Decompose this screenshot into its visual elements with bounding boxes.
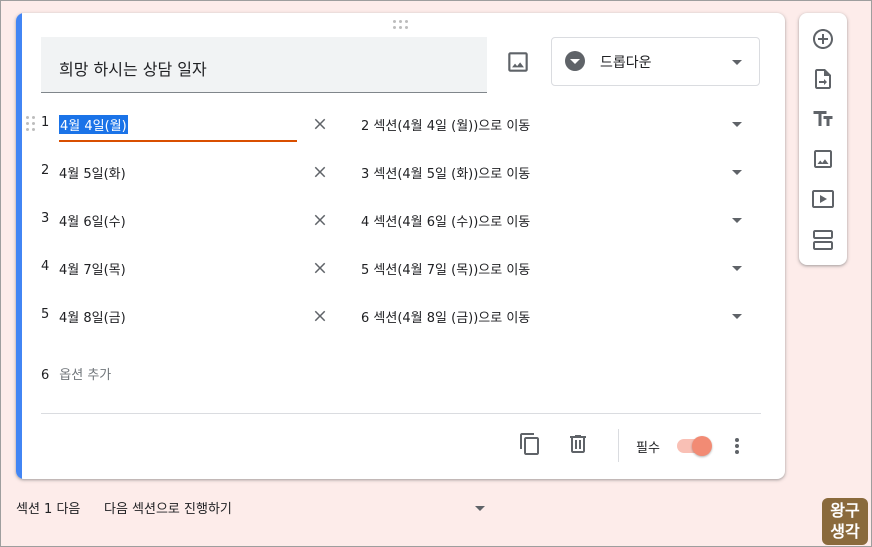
add-section-icon[interactable] bbox=[811, 227, 835, 251]
after-section-select[interactable]: 다음 섹션으로 진행하기 bbox=[104, 498, 232, 517]
question-card[interactable]: 희망 하시는 상담 일자 드롭다운 1 4월 4일(월) 2 섹션(4월 4일 … bbox=[16, 13, 785, 479]
add-question-icon[interactable] bbox=[811, 27, 835, 51]
chevron-down-icon[interactable] bbox=[732, 170, 742, 175]
option-input[interactable]: 4월 6일(수) bbox=[59, 211, 126, 230]
option-input[interactable]: 4월 8일(금) bbox=[59, 307, 126, 326]
watermark-logo: 왕구 생각 bbox=[822, 498, 868, 545]
add-video-icon[interactable] bbox=[811, 187, 835, 211]
active-card-indicator bbox=[16, 13, 22, 479]
option-number: 3 bbox=[41, 211, 50, 226]
option-row[interactable]: 1 4월 4일(월) 2 섹션(4월 4일 (월))으로 이동 bbox=[16, 104, 785, 144]
question-title-text: 희망 하시는 상담 일자 bbox=[59, 60, 207, 79]
chevron-down-icon[interactable] bbox=[475, 506, 485, 511]
option-goto-section[interactable]: 2 섹션(4월 4일 (월))으로 이동 bbox=[361, 115, 530, 134]
question-type-select[interactable]: 드롭다운 bbox=[551, 37, 760, 86]
option-input[interactable]: 4월 4일(월) bbox=[59, 115, 128, 134]
option-row[interactable]: 2 4월 5일(화) 3 섹션(4월 5일 (화))으로 이동 bbox=[16, 152, 785, 192]
option-row[interactable]: 5 4월 8일(금) 6 섹션(4월 8일 (금))으로 이동 bbox=[16, 296, 785, 336]
dropdown-type-icon bbox=[565, 51, 585, 71]
logo-line: 생각 bbox=[830, 522, 860, 541]
option-input[interactable]: 4월 5일(화) bbox=[59, 163, 126, 182]
question-title-field[interactable]: 희망 하시는 상담 일자 bbox=[41, 37, 487, 93]
after-section-label: 섹션 1 다음 bbox=[16, 502, 81, 517]
close-icon[interactable] bbox=[311, 211, 329, 229]
add-option-button[interactable]: 옵션 추가 bbox=[59, 368, 111, 383]
option-number: 5 bbox=[41, 307, 50, 322]
option-number: 1 bbox=[41, 115, 50, 130]
add-option-row[interactable]: 6 옵션 추가 bbox=[41, 364, 111, 383]
required-label: 필수 bbox=[636, 441, 660, 456]
footer-separator bbox=[618, 429, 619, 462]
chevron-down-icon[interactable] bbox=[732, 122, 742, 127]
option-row[interactable]: 4 4월 7일(목) 5 섹션(4월 7일 (목))으로 이동 bbox=[16, 248, 785, 288]
close-icon[interactable] bbox=[311, 163, 329, 181]
question-type-label: 드롭다운 bbox=[600, 55, 652, 71]
trash-icon[interactable] bbox=[566, 432, 590, 456]
chevron-down-icon[interactable] bbox=[732, 266, 742, 271]
import-questions-icon[interactable] bbox=[811, 67, 835, 91]
add-title-icon[interactable] bbox=[811, 107, 835, 131]
option-goto-section[interactable]: 3 섹션(4월 5일 (화))으로 이동 bbox=[361, 163, 530, 182]
option-goto-section[interactable]: 6 섹션(4월 8일 (금))으로 이동 bbox=[361, 307, 530, 326]
close-icon[interactable] bbox=[311, 115, 329, 133]
add-image-icon[interactable] bbox=[505, 49, 531, 75]
close-icon[interactable] bbox=[311, 259, 329, 277]
logo-line: 왕구 bbox=[830, 501, 860, 520]
chevron-down-icon[interactable] bbox=[732, 218, 742, 223]
drag-handle-icon[interactable] bbox=[26, 116, 36, 132]
option-number: 2 bbox=[41, 163, 50, 178]
side-toolbar bbox=[799, 13, 847, 265]
option-number: 4 bbox=[41, 259, 50, 274]
card-drag-handle-icon[interactable] bbox=[393, 20, 409, 30]
required-toggle-thumb[interactable] bbox=[692, 436, 712, 456]
option-input-underline bbox=[59, 140, 297, 142]
option-input[interactable]: 4월 7일(목) bbox=[59, 259, 126, 278]
chevron-down-icon[interactable] bbox=[732, 314, 742, 319]
option-goto-section[interactable]: 4 섹션(4월 6일 (수))으로 이동 bbox=[361, 211, 530, 230]
close-icon[interactable] bbox=[311, 307, 329, 325]
add-image-icon[interactable] bbox=[811, 147, 835, 171]
more-vert-icon[interactable] bbox=[727, 434, 747, 458]
chevron-down-icon bbox=[732, 60, 742, 65]
option-number: 6 bbox=[41, 368, 50, 383]
copy-icon[interactable] bbox=[518, 432, 542, 456]
option-goto-section[interactable]: 5 섹션(4월 7일 (목))으로 이동 bbox=[361, 259, 530, 278]
option-row[interactable]: 3 4월 6일(수) 4 섹션(4월 6일 (수))으로 이동 bbox=[16, 200, 785, 240]
footer-divider bbox=[41, 413, 761, 414]
